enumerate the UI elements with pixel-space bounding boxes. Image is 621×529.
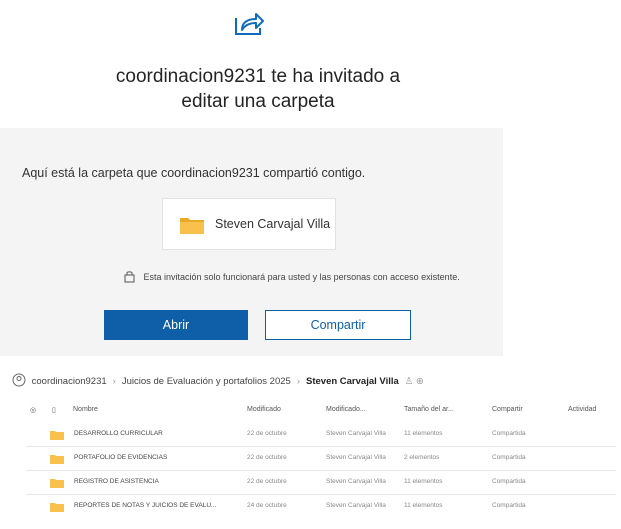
breadcrumb-item-current: Steven Carvajal Villa [306,376,399,387]
breadcrumb-item-owner[interactable]: coordinacion9231 [32,376,107,387]
lock-icon [124,271,144,283]
row-modified-by: Steven Carvajal Villa [326,478,386,485]
folder-icon [50,478,64,490]
list-header: ◎ ▯ Nombre Modificado Modificado... Tama… [0,400,621,422]
folder-icon [50,502,64,514]
row-sharing[interactable]: Compartida [492,430,526,437]
row-name[interactable]: REGISTRO DE ASISTENCIA [74,478,159,485]
column-header-sharing[interactable]: Compartir [492,406,523,413]
row-divider [26,494,616,495]
people-shared-icon: ♙ ⊕ [404,376,424,387]
column-header-name[interactable]: Nombre [73,406,98,413]
row-divider [26,470,616,471]
row-sharing[interactable]: Compartida [492,454,526,461]
column-header-activity[interactable]: Actividad [568,406,596,413]
invite-title-line2: editar una carpeta [181,91,335,112]
folder-icon [179,215,205,240]
share-arrow-icon [232,8,266,38]
chevron-right-icon: › [296,376,300,387]
people-icon [12,373,32,387]
row-modified: 22 de octubre [247,430,287,437]
breadcrumb: coordinacion9231 › Juicios de Evaluación y… [12,373,430,387]
folder-icon [50,430,64,442]
row-sharing[interactable]: Compartida [492,502,526,509]
row-modified-by: Steven Carvajal Villa [326,502,386,509]
row-divider [26,446,616,447]
select-all-checkbox[interactable]: ◎ [30,406,36,414]
table-row[interactable]: DESARROLLO CURRICULAR 22 de octubre Stev… [0,424,621,446]
table-row[interactable]: REGISTRO DE ASISTENCIA 22 de octubre Ste… [0,472,621,494]
row-name[interactable]: REPORTES DE NOTAS Y JUICIOS DE EVALU... [74,502,216,509]
table-row[interactable]: PORTAFOLIO DE EVIDENCIAS 22 de octubre S… [0,448,621,470]
chevron-right-icon: › [112,376,116,387]
row-size: 11 elementos [404,502,443,509]
shared-folder-tile[interactable]: Steven Carvajal Villa [162,198,336,250]
open-button[interactable]: Abrir [104,310,248,340]
row-modified-by: Steven Carvajal Villa [326,454,386,461]
row-modified-by: Steven Carvajal Villa [326,430,386,437]
folder-icon [50,454,64,466]
row-name[interactable]: PORTAFOLIO DE EVIDENCIAS [74,454,167,461]
column-header-size[interactable]: Tamaño del ar... [404,406,454,413]
invite-title-line1: coordinacion9231 te ha invitado a [115,66,401,87]
row-size: 11 elementos [404,430,443,437]
share-button[interactable]: Compartir [265,310,411,340]
column-header-modified[interactable]: Modificado [247,406,281,413]
file-type-icon: ▯ [52,407,56,414]
row-modified: 24 de octubre [247,502,287,509]
row-size: 11 elementos [404,478,443,485]
row-size: 2 elementos [404,454,440,461]
folder-name: Steven Carvajal Villa [215,217,331,231]
row-modified: 22 de octubre [247,478,287,485]
access-notice-text: Esta invitación solo funcionará para ust… [143,272,460,282]
row-name[interactable]: DESARROLLO CURRICULAR [74,430,163,437]
row-sharing[interactable]: Compartida [492,478,526,485]
card-description: Aquí está la carpeta que coordinacion923… [22,166,366,180]
row-modified: 22 de octubre [247,454,287,461]
invite-title: coordinacion9231 te ha invitado a editar… [0,64,516,114]
table-row[interactable]: REPORTES DE NOTAS Y JUICIOS DE EVALU... … [0,496,621,518]
access-notice: Esta invitación solo funcionará para ust… [124,270,460,283]
breadcrumb-item-library[interactable]: Juicios de Evaluación y portafolios 2025 [122,376,291,387]
column-header-modified-by[interactable]: Modificado... [326,406,366,413]
